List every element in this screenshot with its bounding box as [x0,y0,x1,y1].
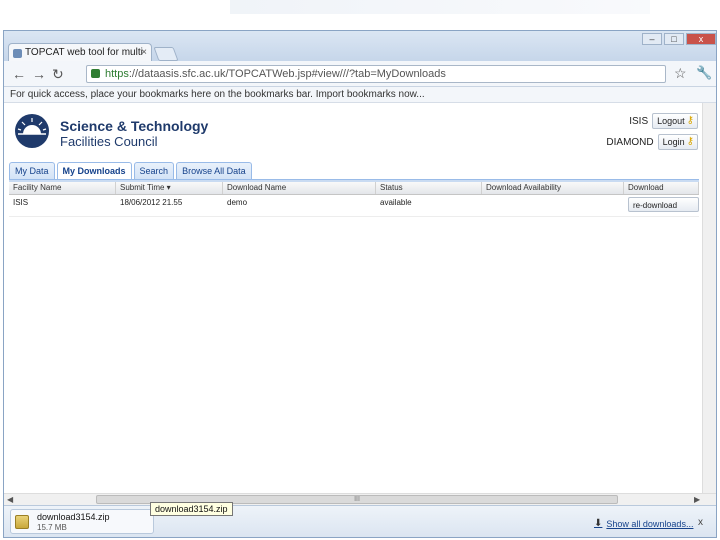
column-header[interactable]: Submit Time ▾ [116,182,223,194]
login-label: Login [662,137,685,147]
tab-close-icon[interactable]: × [141,47,147,58]
vertical-scrollbar[interactable] [702,103,716,493]
zip-file-icon [15,515,29,529]
org-name-line2: Facilities Council [60,134,158,149]
navigation-toolbar: ← → ↻ https://dataasis.sfc.ac.uk/TOPCATW… [4,61,716,87]
show-all-label: Show all downloads... [606,518,694,529]
cell-facility: ISIS [13,198,29,207]
column-header[interactable]: Facility Name [9,182,116,194]
stfc-logo-icon [15,114,49,148]
download-file-size: 15.7 MB [37,523,67,532]
back-arrow-icon[interactable]: ← [12,66,26,82]
url-scheme: https [105,68,129,80]
login-button[interactable]: Login ⚷ [657,134,698,150]
grid-header: Facility Name Submit Time ▾ Download Nam… [9,182,699,195]
page-content: Science & Technology Facilities Council … [4,103,702,493]
faded-strip [230,0,650,14]
redownload-button[interactable]: re-download [628,197,699,212]
download-item[interactable]: download3154.zip 15.7 MB [10,509,154,534]
table-row[interactable]: ISIS 18/06/2012 21.55 demo available re-… [9,195,699,217]
download-shelf: download3154.zip 15.7 MB download3154.zi… [4,502,716,537]
screen: TOPCAT web tool for multi × – □ x ← → ↻ … [0,0,720,540]
key-icon: ⚷ [686,136,694,147]
address-bar[interactable]: https://dataasis.sfc.ac.uk/TOPCATWeb.jsp… [86,65,666,83]
close-window-button[interactable]: x [686,33,716,45]
browser-window: TOPCAT web tool for multi × – □ x ← → ↻ … [3,30,717,538]
url-path: ://dataasis.sfc.ac.uk/TOPCATWeb.jsp#view… [128,68,446,80]
bookmark-star-icon[interactable]: ☆ [674,65,687,82]
favicon-icon [13,49,22,58]
tab-title: TOPCAT web tool for multi [25,47,143,58]
reload-icon[interactable]: ↻ [52,66,64,82]
facility-name: DIAMOND [606,136,654,148]
download-arrow-icon: ⬇ [594,518,603,529]
horizontal-scrollbar[interactable]: ◀ III ▶ [4,493,716,505]
slide-background [0,0,720,30]
tab-my-data[interactable]: My Data [9,162,55,180]
column-header[interactable]: Download [624,182,699,194]
tab-my-downloads[interactable]: My Downloads [56,162,132,180]
column-header[interactable]: Download Name [223,182,376,194]
facility-name: ISIS [629,115,649,127]
minimize-button[interactable]: – [642,33,662,45]
cell-download: re-download [624,195,699,216]
logout-label: Logout [657,116,685,126]
cell-download-name: demo [227,198,248,207]
show-all-downloads-link[interactable]: ⬇ Show all downloads... [594,518,693,529]
lock-icon [91,69,100,78]
wrench-icon[interactable]: 🔧 [696,65,712,81]
cell-submit-time: 18/06/2012 21.55 [120,198,183,207]
new-tab-button[interactable] [153,47,179,61]
maximize-button[interactable]: □ [664,33,684,45]
key-icon: ⚷ [686,115,694,126]
column-header[interactable]: Download Availability [482,182,624,194]
scroll-right-icon[interactable]: ▶ [694,494,700,505]
tab-search[interactable]: Search [133,162,175,180]
logout-button[interactable]: Logout ⚷ [652,113,698,129]
download-file-name: download3154.zip [37,512,110,522]
page-tabs: My Data My Downloads Search Browse All D… [9,162,252,180]
org-name-line1: Science & Technology [60,118,209,134]
facility-row-diamond: DIAMOND Login ⚷ [606,134,698,150]
facility-row-isis: ISIS Logout ⚷ [629,113,698,129]
scroll-left-icon[interactable]: ◀ [7,494,13,505]
browser-tab[interactable]: TOPCAT web tool for multi × [8,43,152,63]
forward-arrow-icon[interactable]: → [32,66,46,82]
tab-browse-all-data[interactable]: Browse All Data [176,162,252,180]
downloads-grid: Facility Name Submit Time ▾ Download Nam… [9,182,699,217]
title-bar: TOPCAT web tool for multi × – □ x [4,31,716,63]
cell-status: available [380,198,412,207]
bookmarks-bar[interactable]: For quick access, place your bookmarks h… [4,87,716,103]
close-shelf-icon[interactable]: x [698,517,703,528]
cell-availability [482,195,624,216]
column-header[interactable]: Status [376,182,482,194]
download-tooltip: download3154.zip [150,502,233,516]
